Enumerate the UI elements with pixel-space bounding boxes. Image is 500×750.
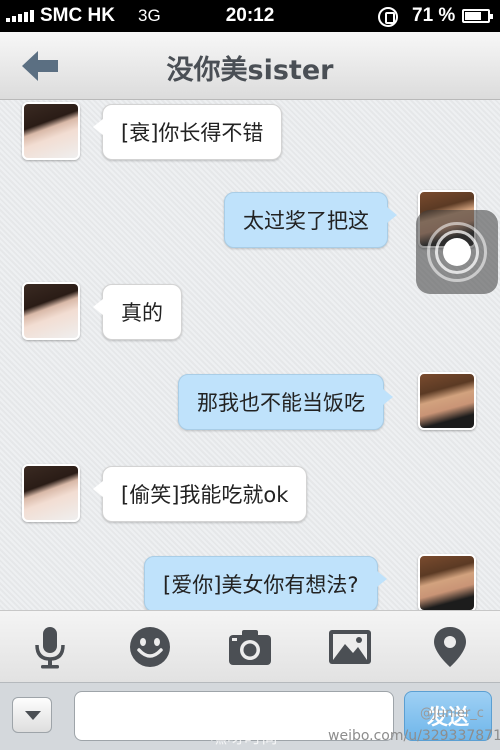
watermark-weibo-handle: @Junier_c	[420, 706, 484, 721]
attachment-toolbar	[0, 610, 500, 682]
incoming-message[interactable]: [偷笑]我能吃就ok	[92, 466, 308, 522]
message-text: [爱你]美女你有想法?	[163, 573, 359, 597]
chat-title: 没你美sister	[166, 55, 334, 86]
contact-avatar[interactable]	[22, 282, 80, 340]
voice-button[interactable]	[28, 625, 72, 669]
message-text: [衰]你长得不错	[121, 121, 264, 145]
chat-history[interactable]: [衰]你长得不错 太过奖了把这 真的 那我也不能当饭吃 [偷笑]我能吃就ok […	[0, 100, 500, 610]
watermark-site: HEIYA.CN	[176, 692, 316, 721]
message-text: 太过奖了把这	[243, 209, 369, 233]
my-avatar[interactable]	[418, 554, 476, 610]
battery-icon	[462, 9, 493, 23]
camera-button[interactable]	[228, 625, 272, 669]
assistive-touch-button[interactable]	[416, 210, 498, 294]
outgoing-message[interactable]: 那我也不能当饭吃	[178, 374, 393, 430]
keyboard-toggle-button[interactable]	[12, 697, 52, 733]
incoming-message[interactable]: 真的	[93, 284, 182, 340]
battery-percent: 71 %	[412, 5, 456, 26]
emoji-icon	[130, 627, 170, 667]
gallery-button[interactable]	[328, 625, 372, 669]
message-text: 那我也不能当饭吃	[197, 391, 365, 415]
chevron-down-icon	[25, 711, 41, 720]
message-text: [偷笑]我能吃就ok	[121, 483, 289, 507]
camera-icon	[229, 630, 271, 665]
outgoing-message[interactable]: 太过奖了把这	[224, 192, 397, 248]
my-avatar[interactable]	[418, 372, 476, 430]
location-icon	[434, 627, 466, 667]
image-icon	[329, 630, 371, 664]
status-bar: SMC HK 3G 20:12 71 %	[0, 0, 500, 32]
emoji-button[interactable]	[128, 625, 172, 669]
incoming-message[interactable]: [衰]你长得不错	[92, 104, 283, 160]
watermark-site-cn: 嘿呀时尚	[210, 728, 278, 748]
watermark-weibo-url: weibo.com/u/3293378714	[328, 728, 500, 744]
location-button[interactable]	[428, 625, 472, 669]
contact-avatar[interactable]	[22, 464, 80, 522]
message-text: 真的	[121, 301, 163, 325]
microphone-icon	[35, 627, 65, 669]
outgoing-message[interactable]: [爱你]美女你有想法?	[144, 556, 387, 610]
contact-avatar[interactable]	[22, 102, 80, 160]
rotation-lock-icon	[378, 7, 398, 27]
nav-bar: 没你美sister	[0, 32, 500, 100]
